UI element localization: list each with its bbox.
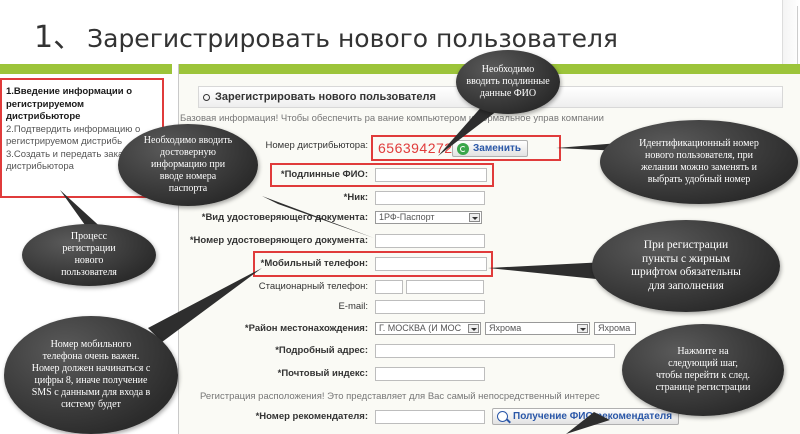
region-district-select[interactable]: Яхрома [485, 322, 590, 335]
callout-process: Процесс регистрации нового пользователя [22, 224, 156, 286]
landline-label: Стационарный телефон: [258, 281, 368, 292]
doc-number-input[interactable] [375, 234, 485, 248]
callout-mobile-important: Номер мобильного телефона очень важен. Н… [4, 316, 178, 434]
nick-input[interactable] [375, 191, 485, 205]
callout-fio-required-text: Необходимо вводить подлинные данные ФИО [466, 64, 550, 99]
callout-fio-required: Необходимо вводить подлинные данные ФИО [456, 50, 560, 114]
address-label: *Подробный адрес: [275, 345, 368, 356]
landline-input[interactable] [406, 280, 484, 294]
region-locality-select[interactable]: Яхрома [594, 322, 636, 335]
nick-label: *Ник: [343, 192, 368, 203]
recommender-label: *Номер рекомендателя: [255, 411, 368, 422]
get-recommender-name-button[interactable]: Получение ФИО рекомендателя [492, 408, 680, 425]
slide-number: 1、 [34, 20, 84, 55]
postcode-input[interactable] [375, 367, 485, 381]
email-input[interactable] [375, 300, 485, 314]
distributor-number-label: Номер дистрибьютора: [265, 140, 368, 151]
recommender-input[interactable] [375, 410, 485, 424]
doc-type-select[interactable]: 1РФ-Паспорт [375, 211, 482, 224]
region-locality-value: Яхрома [598, 323, 631, 333]
doc-number-label: *Номер удостоверяющего документа: [189, 235, 368, 246]
fio-highlight [270, 163, 494, 187]
region-district-value: Яхрома [489, 323, 522, 333]
step-1[interactable]: 1.Введение информации о регистрируемом д… [6, 86, 158, 124]
callout-bold-fields: При регистрации пункты с жирным шрифтом … [592, 220, 780, 312]
callout-process-text: Процесс регистрации нового пользователя [61, 231, 117, 278]
callout-bold-fields-text: При регистрации пункты с жирным шрифтом … [631, 239, 741, 292]
address-input[interactable] [375, 344, 615, 358]
region-city-select[interactable]: Г. МОСКВА (И МОС [375, 322, 481, 335]
callout-id-number: Идентификационный номер нового пользоват… [600, 120, 798, 204]
callout-next-step: Нажмите на следующий шаг, чтобы перейти … [622, 324, 784, 416]
chevron-down-icon [469, 213, 480, 222]
chevron-down-icon [468, 324, 479, 333]
slide-title: 1、 Зарегистрировать нового пользователя [34, 12, 618, 56]
callout-accurate-info: Необходимо вводить достоверную информаци… [118, 124, 258, 206]
callout-id-number-text: Идентификационный номер нового пользоват… [639, 138, 759, 185]
mobile-highlight [253, 251, 493, 277]
location-note: Регистрация расположения! Это представля… [200, 391, 600, 402]
callout-mobile-important-text: Номер мобильного телефона очень важен. Н… [31, 339, 151, 410]
region-label: *Район местонахождения: [244, 323, 368, 334]
doc-type-label: *Вид удостоверяющего документа: [201, 212, 368, 223]
landline-code-input[interactable] [375, 280, 403, 294]
distributor-highlight [371, 135, 561, 161]
region-city-value: Г. МОСКВА (И МОС [379, 323, 462, 333]
doc-type-value: 1РФ-Паспорт [379, 212, 435, 222]
postcode-label: *Почтовый индекс: [277, 368, 368, 379]
slide-title-text: Зарегистрировать нового пользователя [87, 24, 618, 53]
slide-corner-decoration [782, 0, 800, 74]
search-icon [497, 411, 508, 422]
email-label: E-mail: [338, 301, 368, 312]
chevron-down-icon [577, 324, 588, 333]
callout-next-step-text: Нажмите на следующий шаг, чтобы перейти … [655, 346, 751, 393]
sidebar-header-bar [0, 64, 172, 74]
get-recommender-name-label: Получение ФИО рекомендателя [513, 411, 673, 422]
callout-accurate-info-text: Необходимо вводить достоверную информаци… [143, 135, 233, 194]
